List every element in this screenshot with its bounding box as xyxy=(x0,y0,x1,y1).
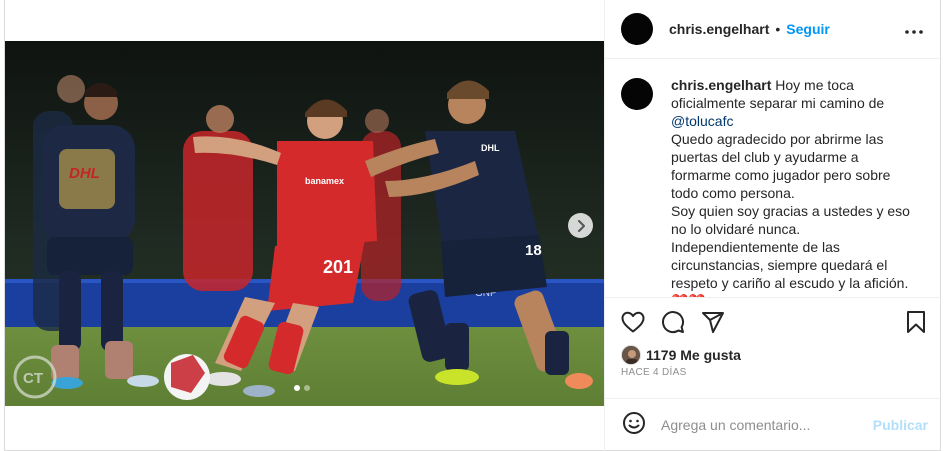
post-sidebar: chris.engelhart • Seguir chris.engelhart… xyxy=(604,0,942,451)
caption-username[interactable]: chris.engelhart xyxy=(671,77,771,93)
carousel-next-button[interactable] xyxy=(568,213,593,238)
comment-button[interactable] xyxy=(659,310,687,338)
emoji-button[interactable] xyxy=(621,411,647,440)
liker-avatar xyxy=(621,345,641,365)
smiley-icon xyxy=(622,411,646,440)
carousel-indicator xyxy=(294,385,310,391)
publish-button[interactable]: Publicar xyxy=(873,417,928,433)
comment-composer: Publicar xyxy=(605,398,942,451)
post-photo: GNP DHL banamex 201 DHL 18 CT xyxy=(5,41,604,406)
caption-author-avatar[interactable] xyxy=(621,78,653,110)
comment-icon xyxy=(661,310,685,339)
caption-mention-link[interactable]: @tolucafc xyxy=(671,113,733,129)
red-jersey-number: 201 xyxy=(323,257,353,277)
comment-input[interactable] xyxy=(661,417,861,433)
bookmark-icon xyxy=(906,310,926,339)
carousel-dot xyxy=(304,385,310,391)
caption-section: chris.engelhart Hoy me toca oficialmente… xyxy=(605,60,942,297)
more-options-button[interactable] xyxy=(904,20,924,40)
red-sponsor-text: banamex xyxy=(305,176,344,186)
heart-icon xyxy=(621,311,645,338)
likes-count[interactable]: 1179 Me gusta xyxy=(646,347,741,363)
save-button[interactable] xyxy=(902,310,930,338)
post-actions: 1179 Me gusta HACE 4 DÍAS xyxy=(605,297,942,398)
more-horizontal-icon xyxy=(905,21,923,39)
author-avatar[interactable] xyxy=(621,13,653,45)
caption-paragraph-4: Independientemente de las circunstancias… xyxy=(671,239,909,291)
like-button[interactable] xyxy=(619,310,647,338)
blue-sponsor-text: DHL xyxy=(69,165,100,182)
post-timestamp: HACE 4 DÍAS xyxy=(621,367,687,378)
blue-sponsor-right: DHL xyxy=(481,143,500,153)
caption-paragraph-3: Soy quien soy gracias a ustedes y eso no… xyxy=(671,203,910,237)
author-username[interactable]: chris.engelhart xyxy=(669,21,769,37)
share-button[interactable] xyxy=(699,310,727,338)
chevron-right-icon xyxy=(576,219,586,232)
likes-summary[interactable]: 1179 Me gusta xyxy=(621,345,741,365)
follow-button[interactable]: Seguir xyxy=(786,21,830,37)
carousel-dot-active xyxy=(294,385,300,391)
post-media[interactable]: GNP DHL banamex 201 DHL 18 CT xyxy=(5,41,604,406)
post-header: chris.engelhart • Seguir xyxy=(605,0,942,59)
action-icons-row xyxy=(605,310,942,340)
watermark-logo: CT xyxy=(23,370,43,387)
caption-paragraph-2: Quedo agradecido por abrirme las puertas… xyxy=(671,131,891,201)
blue-jersey-number: 18 xyxy=(525,242,542,259)
header-separator: • xyxy=(775,21,781,37)
instagram-post: GNP DHL banamex 201 DHL 18 CT chris.enge… xyxy=(4,0,942,451)
send-icon xyxy=(701,310,725,339)
post-caption: chris.engelhart Hoy me toca oficialmente… xyxy=(671,76,911,297)
